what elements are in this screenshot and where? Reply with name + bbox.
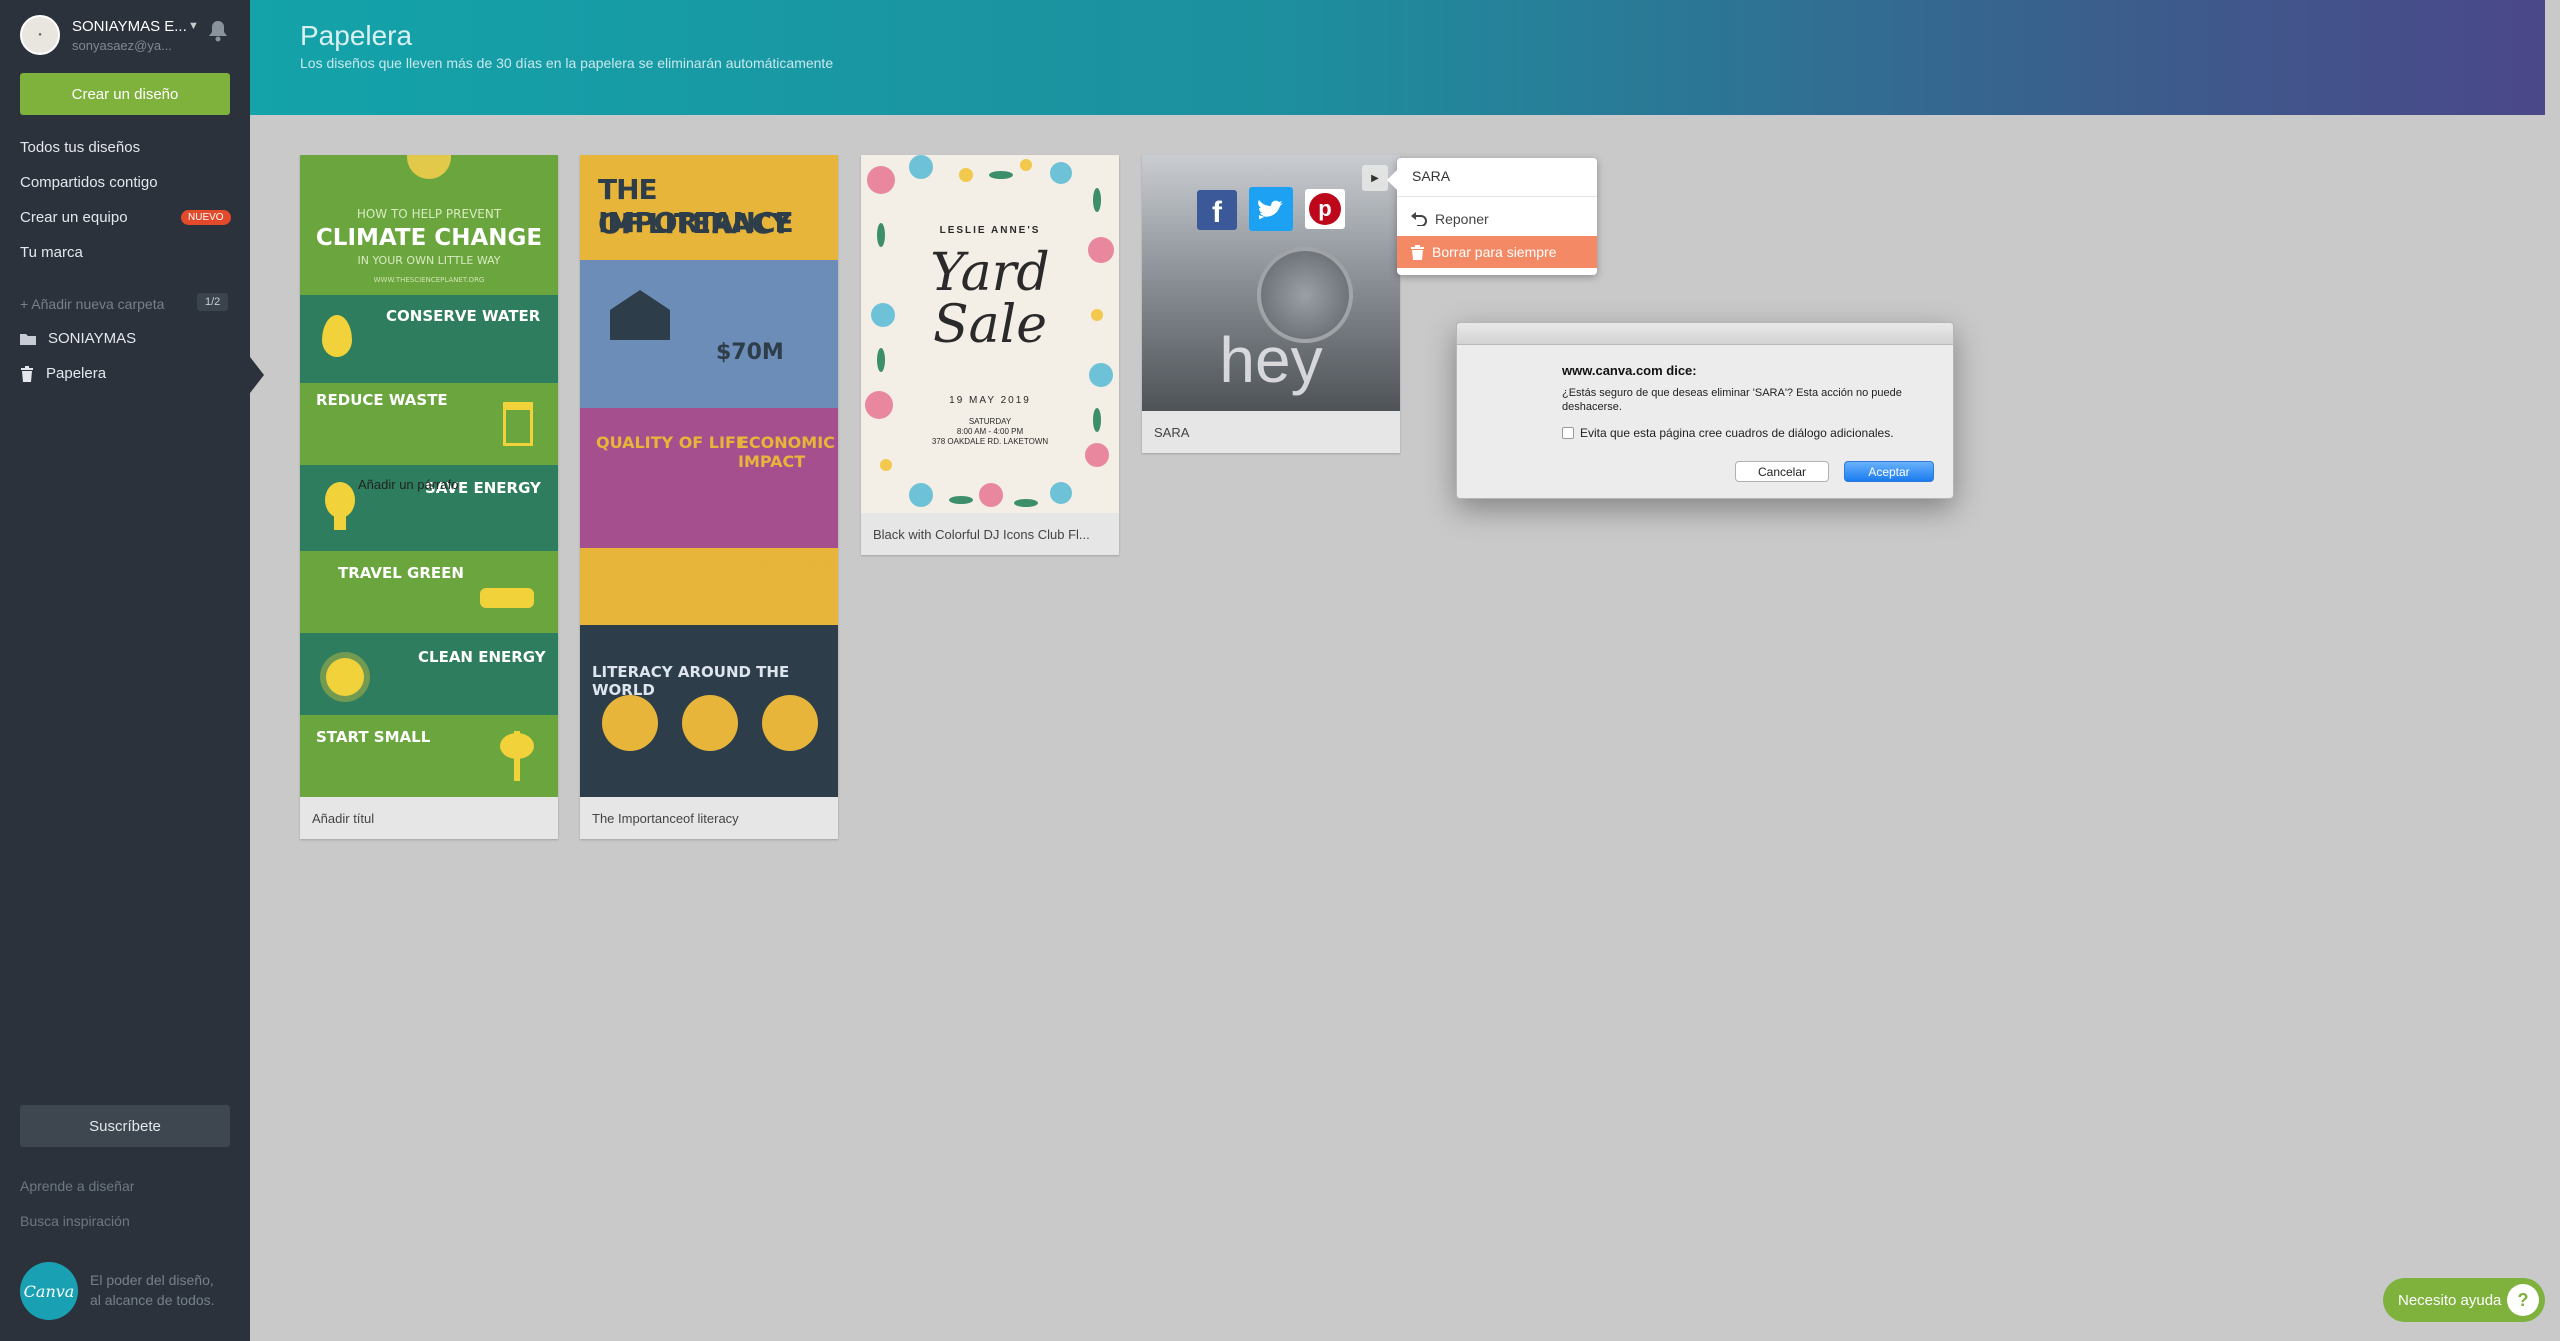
thumb-text: CLEAN ENERGY: [418, 648, 546, 666]
checkbox-label: Evita que esta página cree cuadros de di…: [1580, 426, 1894, 440]
active-nav-indicator: [250, 357, 264, 393]
design-thumbnail[interactable]: f p hey ▶: [1142, 155, 1400, 411]
user-email: sonyasaez@ya...: [72, 37, 172, 53]
new-badge: NUEVO: [181, 210, 231, 225]
thumb-text: hey: [1219, 324, 1323, 396]
folder-icon: [20, 334, 36, 345]
thumb-text: 378 OAKDALE RD. LAKETOWN: [931, 437, 1049, 446]
nav-create-team[interactable]: Crear un equipo: [20, 209, 128, 226]
design-card[interactable]: THE IMPORTANCE OF LITERACY $70M QUALITY …: [580, 155, 838, 839]
thumb-text: Sale: [932, 295, 1048, 355]
page-subtitle: Los diseños que lleven más de 30 días en…: [300, 55, 834, 71]
accept-button[interactable]: Aceptar: [1844, 461, 1934, 482]
thumb-overlay-text: Añadir un párrafo: [358, 477, 459, 492]
user-name: SONIAYMAS E...: [72, 17, 187, 35]
cancel-button[interactable]: Cancelar: [1735, 461, 1829, 482]
design-context-menu: SARA Reponer Borrar para siempre: [1387, 158, 1597, 275]
folder-label: Papelera: [46, 365, 107, 382]
thumb-text: OF LITERACY: [598, 207, 791, 240]
restore-label: Reponer: [1435, 211, 1489, 227]
thumb-text: LESLIE ANNE'S: [939, 225, 1041, 236]
popup-arrow: [1387, 170, 1397, 190]
learn-design-link[interactable]: Aprende a diseñar: [20, 1178, 134, 1194]
tagline-line: al alcance de todos.: [90, 1292, 215, 1308]
help-button[interactable]: Necesito ayuda ?: [2383, 1278, 2545, 1322]
design-title[interactable]: The Importanceof literacy: [580, 797, 838, 839]
folder-trash[interactable]: Papelera: [20, 365, 106, 382]
pinterest-icon: p: [1305, 189, 1345, 229]
question-icon: ?: [2507, 1284, 2539, 1316]
facebook-icon: f: [1197, 190, 1237, 230]
thumb-text: ECONOMIC IMPACT: [738, 433, 835, 471]
restore-menu-item[interactable]: Reponer: [1397, 203, 1597, 235]
design-card[interactable]: f p hey ▶ SARA: [1142, 155, 1400, 453]
folder-label: SONIAYMAS: [48, 330, 137, 347]
subscribe-button[interactable]: Suscríbete: [20, 1105, 230, 1147]
thumb-text: LOWER MORTALITY RATES: [608, 555, 838, 574]
design-card[interactable]: HOW TO HELP PREVENT CLIMATE CHANGE IN YO…: [300, 155, 558, 839]
page-header: Papelera Los diseños que lleven más de 3…: [250, 0, 2545, 115]
tagline: El poder del diseño, al alcance de todos…: [90, 1270, 215, 1310]
thumb-text: Yard: [930, 243, 1050, 303]
thumb-text: TRAVEL GREEN: [338, 564, 464, 582]
design-card[interactable]: LESLIE ANNE'S Yard Sale 19 MAY 2019 SATU…: [861, 155, 1119, 555]
user-menu[interactable]: ● SONIAYMAS E... sonyasaez@ya...: [20, 15, 187, 55]
thumb-text: $70M: [716, 340, 784, 365]
dialog-title: www.canva.com dice:: [1562, 363, 1697, 378]
twitter-icon: [1249, 187, 1293, 231]
sidebar: ● SONIAYMAS E... sonyasaez@ya... ▼ Crear…: [0, 0, 250, 1341]
checkbox[interactable]: [1562, 427, 1574, 439]
design-title[interactable]: SARA: [1142, 411, 1400, 453]
confirm-dialog: www.canva.com dice: ¿Estás seguro de que…: [1456, 322, 1954, 499]
avatar: ●: [20, 15, 60, 55]
thumb-text: WWW.THESCIENCEPLANET.ORG: [373, 276, 485, 284]
dialog-titlebar: [1457, 323, 1953, 345]
dialog-message: ¿Estás seguro de que deseas eliminar 'SA…: [1562, 387, 1902, 413]
design-thumbnail[interactable]: LESLIE ANNE'S Yard Sale 19 MAY 2019 SATU…: [861, 155, 1119, 513]
bell-icon[interactable]: [208, 20, 228, 47]
trash-icon: [1411, 244, 1424, 260]
find-inspiration-link[interactable]: Busca inspiración: [20, 1213, 130, 1229]
design-thumbnail[interactable]: THE IMPORTANCE OF LITERACY $70M QUALITY …: [580, 155, 838, 797]
create-design-button[interactable]: Crear un diseño: [20, 73, 230, 115]
design-thumbnail[interactable]: HOW TO HELP PREVENT CLIMATE CHANGE IN YO…: [300, 155, 558, 797]
add-folder-link[interactable]: + Añadir nueva carpeta: [20, 296, 164, 312]
help-label: Necesito ayuda: [2398, 1291, 2502, 1309]
canva-logo[interactable]: Canva: [20, 1262, 78, 1320]
thumb-text: CLIMATE CHANGE: [315, 225, 543, 251]
thumb-text: SATURDAY: [968, 417, 1012, 426]
delete-forever-menu-item[interactable]: Borrar para siempre: [1397, 236, 1597, 268]
divider: [1397, 196, 1597, 197]
nav-shared-with-you[interactable]: Compartidos contigo: [20, 174, 158, 191]
menu-trigger-icon[interactable]: ▶: [1362, 165, 1388, 191]
design-title[interactable]: Black with Colorful DJ Icons Club Fl...: [861, 513, 1119, 555]
chevron-down-icon[interactable]: ▼: [188, 20, 199, 32]
folder-count: 1/2: [197, 293, 229, 311]
nav-all-designs[interactable]: Todos tus diseños: [20, 139, 140, 156]
tagline-line: El poder del diseño,: [90, 1272, 214, 1288]
trash-icon: [21, 365, 33, 382]
thumb-text: LITERACY AROUND THE WORLD: [592, 663, 790, 699]
delete-label: Borrar para siempre: [1432, 244, 1557, 260]
thumb-text: 8:00 AM - 4:00 PM: [956, 427, 1024, 436]
undo-icon: [1411, 212, 1427, 226]
page-title: Papelera: [300, 20, 413, 51]
context-menu-title: SARA: [1412, 168, 1451, 184]
thumb-text: 19 MAY 2019: [949, 395, 1031, 406]
thumb-text: CONSERVE WATER: [386, 307, 541, 325]
suppress-dialogs-checkbox[interactable]: Evita que esta página cree cuadros de di…: [1562, 426, 1894, 440]
design-title[interactable]: Añadir títul: [300, 797, 558, 839]
thumb-text: IN YOUR OWN LITTLE WAY: [357, 254, 501, 267]
nav-your-brand[interactable]: Tu marca: [20, 244, 83, 261]
thumb-text: HOW TO HELP PREVENT: [356, 207, 502, 221]
folder-soniaymas[interactable]: SONIAYMAS: [20, 330, 136, 347]
